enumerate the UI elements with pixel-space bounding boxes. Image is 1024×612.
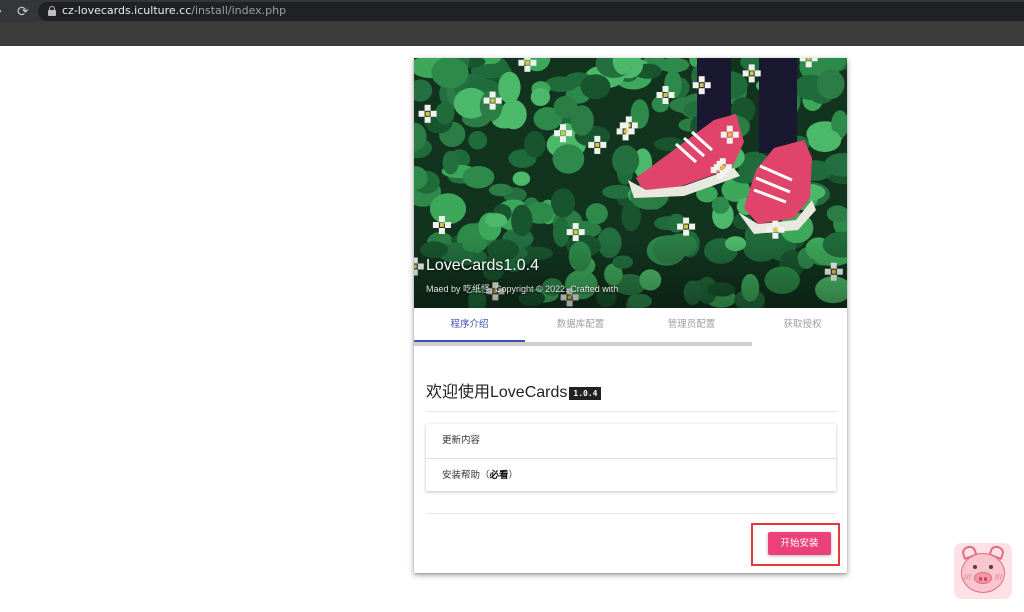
collapsible-item-changelog[interactable]: 更新内容 xyxy=(426,424,836,457)
version-badge: 1.0.4 xyxy=(569,387,602,400)
tab-intro[interactable]: 程序介绍 xyxy=(414,308,525,342)
collapsible-item-install-help[interactable]: 安装帮助（必看） xyxy=(426,458,836,491)
tab-license[interactable]: 获取授权 xyxy=(747,308,847,342)
active-tab-indicator xyxy=(414,340,525,342)
url-path: /install/index.php xyxy=(191,4,287,17)
title-divider xyxy=(426,411,836,412)
page-title: 欢迎使用LoveCards 1.0.4 xyxy=(426,378,602,402)
reload-icon[interactable]: ⟳ xyxy=(17,5,29,19)
back-arrow-icon[interactable]: › xyxy=(0,5,2,19)
tab-database[interactable]: 数据库配置 xyxy=(525,308,636,342)
changelog-label: 更新内容 xyxy=(442,435,481,446)
hero-title: LoveCards1.0.4 xyxy=(426,257,539,274)
hero-subtitle: Maed by 吃纸怪, Copyright © 2022. Crafted w… xyxy=(426,284,619,294)
address-bar[interactable]: cz-lovecards.iculture.cc/install/index.p… xyxy=(38,2,1024,21)
pig-mascot-icon: ////// xyxy=(954,543,1012,599)
browser-toolbar-strip xyxy=(0,22,1024,46)
install-steps-tabs: 程序介绍 数据库配置 管理员配置 获取授权 xyxy=(414,308,847,346)
install-help-label-suffix: ） xyxy=(508,470,519,481)
install-card: LoveCards1.0.4 Maed by 吃纸怪, Copyright © … xyxy=(414,58,847,573)
lock-icon xyxy=(48,6,56,16)
install-help-label-bold: 必看 xyxy=(489,470,509,481)
browser-chrome: › ⟳ cz-lovecards.iculture.cc/install/ind… xyxy=(0,0,1024,46)
url-text: cz-lovecards.iculture.cc/install/index.p… xyxy=(62,4,286,18)
url-domain: cz-lovecards.iculture.cc xyxy=(62,4,192,17)
hero-image: LoveCards1.0.4 Maed by 吃纸怪, Copyright © … xyxy=(414,58,847,308)
start-install-button[interactable]: 开始安装 xyxy=(768,532,831,555)
install-help-label-prefix: 安装帮助（ xyxy=(442,470,490,481)
step-progress-bar xyxy=(414,342,752,346)
info-collapsible: 更新内容 安装帮助（必看） xyxy=(426,424,836,491)
footer-divider xyxy=(426,513,836,514)
welcome-title: 欢迎使用LoveCards xyxy=(426,384,568,401)
tab-admin[interactable]: 管理员配置 xyxy=(636,308,747,342)
